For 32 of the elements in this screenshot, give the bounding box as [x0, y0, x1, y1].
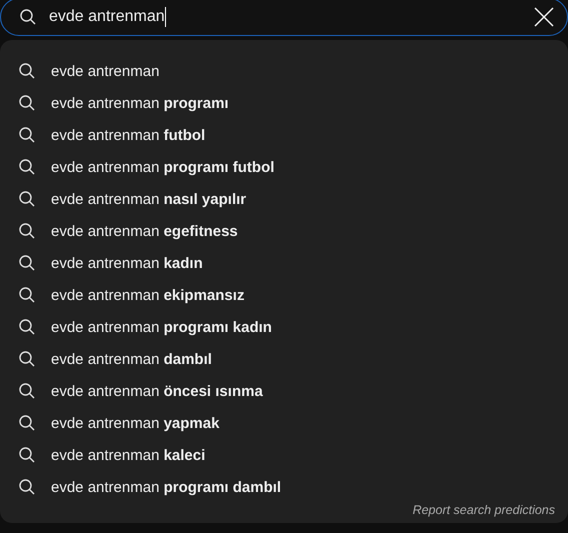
search-icon — [18, 158, 36, 176]
suggestion-item[interactable]: evde antrenman egefitness — [51, 222, 238, 240]
suggestion-item[interactable]: evde antrenman ekipmansız — [51, 286, 244, 304]
search-field[interactable]: evde antrenman — [0, 0, 568, 36]
search-icon — [18, 414, 36, 432]
search-icon — [18, 286, 36, 304]
search-icon — [18, 446, 36, 464]
search-query: evde antrenman — [49, 8, 165, 26]
suggestion-item[interactable]: evde antrenman programı — [51, 94, 229, 112]
search-icon — [18, 254, 36, 272]
search-icon — [18, 94, 36, 112]
search-icon — [18, 478, 36, 496]
search-icon — [18, 382, 36, 400]
search-icon — [19, 8, 37, 26]
suggestion-item[interactable]: evde antrenman kadın — [51, 254, 203, 272]
search-icon — [18, 190, 36, 208]
search-icon — [18, 222, 36, 240]
search-icon — [18, 318, 36, 336]
suggestion-item[interactable]: evde antrenman yapmak — [51, 414, 220, 432]
suggestion-item[interactable]: evde antrenman — [51, 62, 160, 80]
suggestion-item[interactable]: evde antrenman dambıl — [51, 350, 212, 368]
search-icon — [18, 62, 36, 80]
search-icon — [18, 350, 36, 368]
suggestion-item[interactable]: evde antrenman programı dambıl — [51, 478, 282, 496]
report-link[interactable]: Report search predictions — [412, 503, 555, 517]
suggestion-item[interactable]: evde antrenman öncesi ısınma — [51, 382, 263, 400]
suggestion-item[interactable]: evde antrenman kaleci — [51, 446, 206, 464]
suggestion-item[interactable]: evde antrenman programı kadın — [51, 318, 272, 336]
suggestion-item[interactable]: evde antrenman futbol — [51, 126, 206, 144]
search-icon — [18, 126, 36, 144]
suggestion-item[interactable]: evde antrenman nasıl yapılır — [51, 190, 246, 208]
suggestion-item[interactable]: evde antrenman programı futbol — [51, 158, 274, 176]
